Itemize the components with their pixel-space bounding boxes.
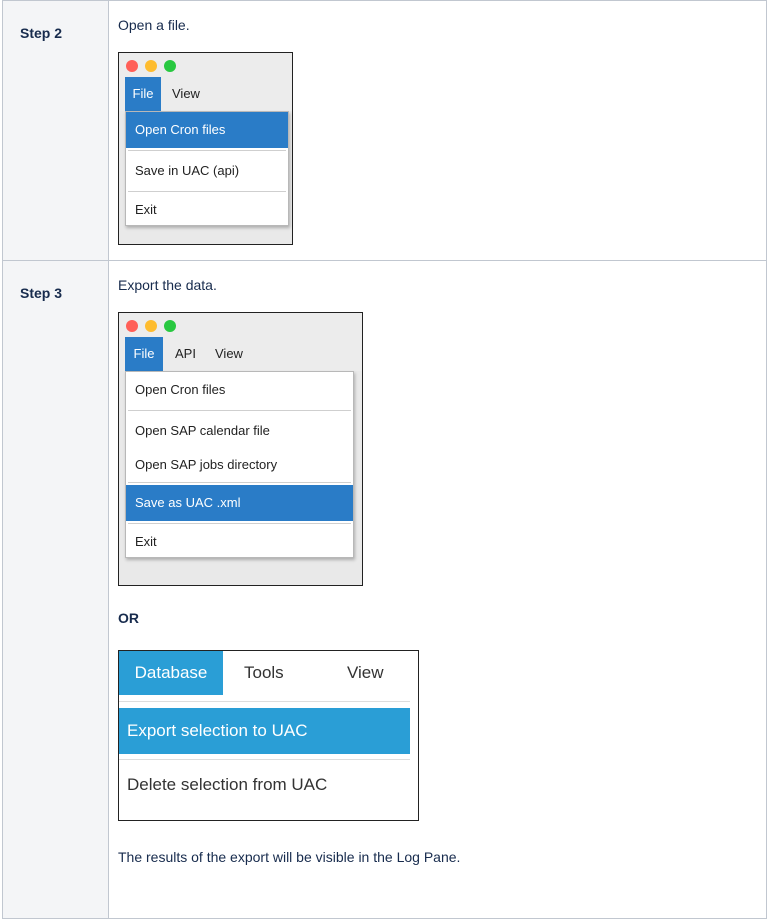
- step-label-cell: Step 3: [2, 260, 109, 919]
- menu-tools[interactable]: Tools: [244, 651, 284, 695]
- menu-file[interactable]: File: [125, 337, 163, 371]
- step-description: Open a file.: [118, 17, 190, 33]
- menu-item-open-sap-calendar[interactable]: Open SAP calendar file: [126, 413, 353, 449]
- menu-separator: [128, 150, 286, 151]
- step-label-cell: Step 2: [2, 0, 109, 261]
- zoom-dot-icon[interactable]: [164, 60, 176, 72]
- menu-database[interactable]: Database: [119, 651, 223, 695]
- step-description: Export the data.: [118, 277, 217, 293]
- menu-separator: [128, 410, 351, 411]
- step-row: Step 2 Open a file. File View Open Cron …: [2, 0, 767, 261]
- app-window: File View Open Cron files Save in UAC (a…: [118, 52, 293, 245]
- app-window: File API View Open Cron files Open SAP c…: [118, 312, 363, 586]
- or-label: OR: [118, 610, 139, 626]
- database-menu-bar: Database Tools View: [119, 651, 418, 695]
- file-dropdown-menu: Open Cron files Save in UAC (api) Exit: [125, 111, 289, 226]
- zoom-dot-icon[interactable]: [164, 320, 176, 332]
- menu-item-open-cron[interactable]: Open Cron files: [126, 112, 288, 148]
- steps-table: Step 2 Open a file. File View Open Cron …: [2, 0, 767, 919]
- menu-item-export-selection[interactable]: Export selection to UAC: [119, 708, 410, 754]
- file-dropdown-menu: Open Cron files Open SAP calendar file O…: [125, 371, 354, 558]
- menu-item-save-uac-xml[interactable]: Save as UAC .xml: [126, 485, 353, 521]
- database-window: Database Tools View Export selection to …: [118, 650, 419, 821]
- menu-api[interactable]: API: [175, 337, 196, 371]
- window-titlebar: [119, 313, 362, 337]
- menu-separator: [128, 523, 351, 524]
- menu-item-open-cron[interactable]: Open Cron files: [126, 372, 353, 408]
- close-dot-icon[interactable]: [126, 60, 138, 72]
- menu-item-exit[interactable]: Exit: [126, 526, 353, 557]
- close-dot-icon[interactable]: [126, 320, 138, 332]
- menu-separator: [119, 701, 410, 702]
- step-label: Step 2: [20, 25, 63, 41]
- minimize-dot-icon[interactable]: [145, 60, 157, 72]
- menu-separator: [119, 759, 410, 760]
- menu-view[interactable]: View: [347, 651, 384, 695]
- step-label: Step 3: [20, 285, 63, 301]
- menu-item-save-uac-api[interactable]: Save in UAC (api): [126, 153, 288, 189]
- menu-file[interactable]: File: [125, 77, 161, 111]
- window-titlebar: [119, 53, 292, 77]
- menu-view[interactable]: View: [172, 77, 200, 111]
- menu-separator: [128, 191, 286, 192]
- minimize-dot-icon[interactable]: [145, 320, 157, 332]
- menu-item-delete-selection[interactable]: Delete selection from UAC: [119, 762, 410, 808]
- menu-item-exit[interactable]: Exit: [126, 194, 288, 225]
- menu-bar: File View: [119, 77, 292, 111]
- step-content-cell: Open a file. File View Open Cron files S…: [108, 0, 767, 261]
- results-note: The results of the export will be visibl…: [118, 849, 461, 865]
- menu-bar: File API View: [119, 337, 362, 371]
- menu-separator: [128, 482, 351, 483]
- step-row: Step 3 Export the data. File API View Op…: [2, 260, 767, 919]
- step-content-cell: Export the data. File API View Open Cron…: [108, 260, 767, 919]
- menu-view[interactable]: View: [215, 337, 243, 371]
- menu-item-open-sap-jobs[interactable]: Open SAP jobs directory: [126, 449, 353, 480]
